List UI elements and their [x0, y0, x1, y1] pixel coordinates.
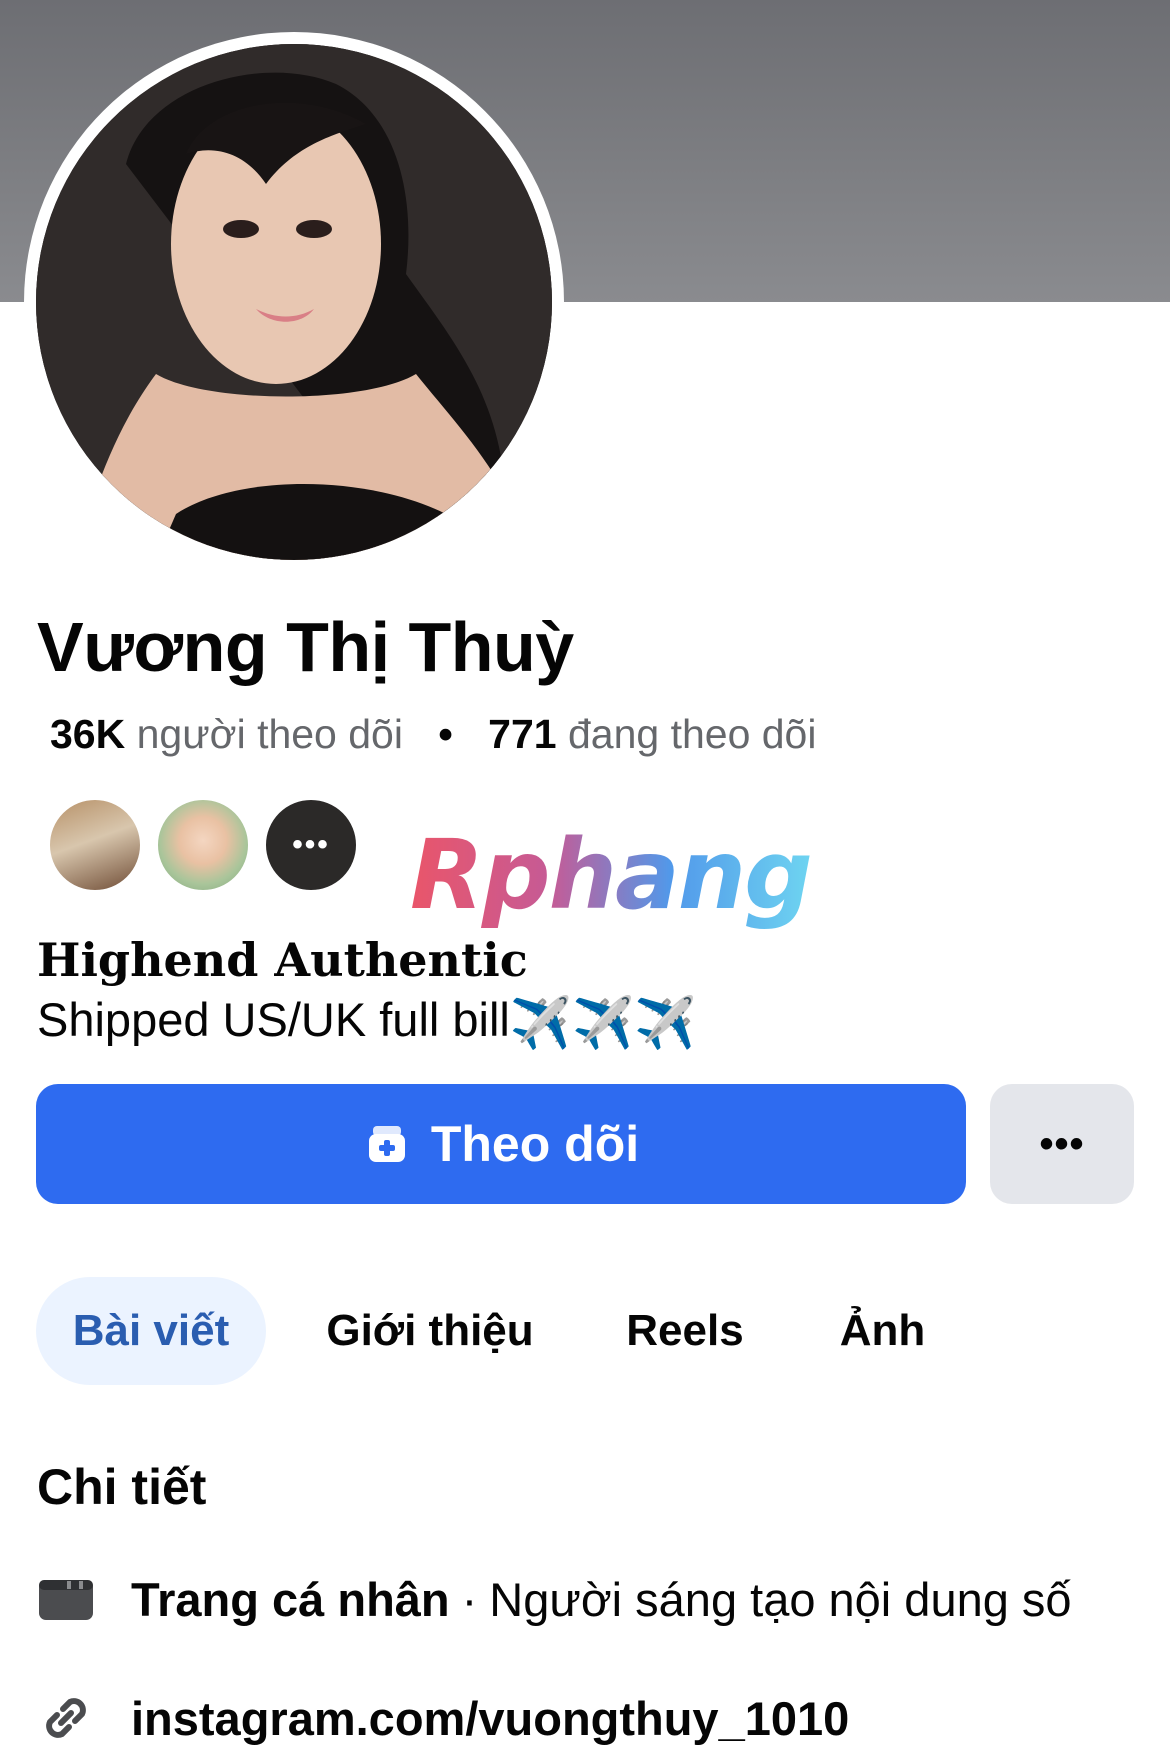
profile-card-icon: [39, 1580, 93, 1620]
mutual-friend-avatar[interactable]: [47, 797, 143, 893]
follow-stats: 36K người theo dõi • 771 đang theo dõi: [50, 708, 816, 760]
airplane-emoji: ✈️✈️✈️: [509, 995, 697, 1051]
followers-count[interactable]: 36K: [50, 711, 125, 757]
detail-category-row: Trang cá nhân · Người sáng tạo nội dung …: [37, 1564, 1072, 1634]
bio-line-text: Shipped US/UK full bill: [37, 993, 510, 1046]
tab-about[interactable]: Giới thiệu: [300, 1277, 560, 1385]
tab-photos[interactable]: Ảnh: [810, 1277, 955, 1385]
follow-button[interactable]: Theo dõi: [36, 1084, 966, 1204]
profile-photo-image: [36, 44, 552, 560]
detail-category-value: Người sáng tạo nội dung số: [489, 1572, 1072, 1626]
detail-separator: ·: [461, 1572, 478, 1626]
profile-picture[interactable]: [36, 44, 552, 560]
detail-category-label: Trang cá nhân: [131, 1572, 450, 1626]
more-options-button[interactable]: •••: [990, 1084, 1134, 1204]
tab-posts[interactable]: Bài viết: [36, 1277, 266, 1385]
follow-plus-icon: [368, 1126, 405, 1162]
follow-button-label: Theo dõi: [430, 1116, 640, 1172]
watermark-logo: Rphang: [410, 819, 813, 931]
bio-text: Shipped US/UK full bill✈️✈️✈️: [37, 990, 697, 1053]
bio-title: Highend Authentic: [37, 933, 528, 987]
more-dots-icon: •••: [1039, 1121, 1085, 1166]
profile-name: Vương Thị Thuỳ: [37, 608, 574, 686]
stats-separator: •: [438, 711, 453, 757]
following-label[interactable]: đang theo dõi: [568, 711, 817, 757]
followers-label[interactable]: người theo dõi: [137, 711, 403, 757]
link-icon: [46, 1698, 86, 1738]
mutual-friend-avatar[interactable]: [155, 797, 251, 893]
more-friends-dots-icon: •••: [292, 828, 330, 861]
more-friends-avatar[interactable]: •••: [263, 797, 359, 893]
details-section-title: Chi tiết: [37, 1459, 207, 1515]
tab-reels[interactable]: Reels: [610, 1277, 760, 1385]
detail-link-row[interactable]: instagram.com/vuongthuy_1010: [37, 1683, 849, 1753]
following-count[interactable]: 771: [488, 711, 556, 757]
instagram-link[interactable]: instagram.com/vuongthuy_1010: [131, 1691, 849, 1746]
